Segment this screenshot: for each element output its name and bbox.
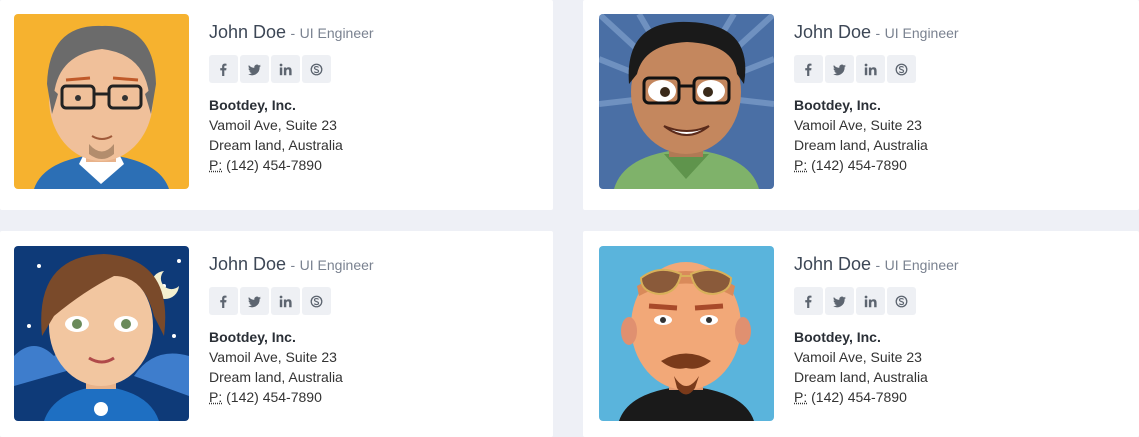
skype-icon[interactable] bbox=[887, 287, 916, 315]
name-line: John Doe - UI Engineer bbox=[794, 20, 959, 46]
contact-role: UI Engineer bbox=[299, 25, 374, 41]
social-links bbox=[209, 287, 374, 315]
skype-icon[interactable] bbox=[887, 55, 916, 83]
twitter-icon[interactable] bbox=[240, 55, 269, 83]
phone-label: P: bbox=[209, 157, 223, 173]
address-line-2: Dream land, Australia bbox=[209, 369, 343, 385]
role-separator: - bbox=[290, 25, 296, 41]
avatar bbox=[14, 246, 189, 421]
role-separator: - bbox=[875, 257, 881, 273]
role-separator: - bbox=[875, 25, 881, 41]
address-line-1: Vamoil Ave, Suite 23 bbox=[794, 349, 922, 365]
name-line: John Doe - UI Engineer bbox=[209, 252, 374, 278]
twitter-icon[interactable] bbox=[825, 55, 854, 83]
address-line-2: Dream land, Australia bbox=[209, 137, 343, 153]
contact-role: UI Engineer bbox=[884, 25, 959, 41]
phone-number: (142) 454-7890 bbox=[811, 389, 907, 405]
linkedin-icon[interactable] bbox=[271, 287, 300, 315]
address-line-1: Vamoil Ave, Suite 23 bbox=[209, 117, 337, 133]
name-line: John Doe - UI Engineer bbox=[794, 252, 959, 278]
contact-name: John Doe bbox=[794, 254, 872, 274]
phone-number: (142) 454-7890 bbox=[811, 157, 907, 173]
company-name: Bootdey, Inc. bbox=[794, 97, 881, 113]
address-line-2: Dream land, Australia bbox=[794, 369, 928, 385]
phone-label: P: bbox=[794, 157, 808, 173]
contact-name: John Doe bbox=[209, 22, 287, 42]
phone-line: P: (142) 454-7890 bbox=[794, 387, 959, 407]
avatar bbox=[599, 246, 774, 421]
contact-role: UI Engineer bbox=[884, 257, 959, 273]
linkedin-icon[interactable] bbox=[271, 55, 300, 83]
linkedin-icon[interactable] bbox=[856, 287, 885, 315]
phone-label: P: bbox=[209, 389, 223, 405]
address-line-2: Dream land, Australia bbox=[794, 137, 928, 153]
phone-line: P: (142) 454-7890 bbox=[209, 155, 374, 175]
avatar bbox=[599, 14, 774, 189]
contact-role: UI Engineer bbox=[299, 257, 374, 273]
contact-card: John Doe - UI Engineer Bootdey, Inc. Vam… bbox=[583, 0, 1139, 210]
phone-line: P: (142) 454-7890 bbox=[794, 155, 959, 175]
social-links bbox=[794, 55, 959, 83]
facebook-icon[interactable] bbox=[794, 287, 823, 315]
contact-name: John Doe bbox=[794, 22, 872, 42]
phone-label: P: bbox=[794, 389, 808, 405]
contact-card: John Doe - UI Engineer Bootdey, Inc. Vam… bbox=[0, 0, 553, 210]
phone-line: P: (142) 454-7890 bbox=[209, 387, 374, 407]
facebook-icon[interactable] bbox=[209, 287, 238, 315]
contact-card: John Doe - UI Engineer Bootdey, Inc. Vam… bbox=[583, 231, 1139, 437]
contact-name: John Doe bbox=[209, 254, 287, 274]
address-line-1: Vamoil Ave, Suite 23 bbox=[794, 117, 922, 133]
skype-icon[interactable] bbox=[302, 287, 331, 315]
facebook-icon[interactable] bbox=[794, 55, 823, 83]
address-line-1: Vamoil Ave, Suite 23 bbox=[209, 349, 337, 365]
phone-number: (142) 454-7890 bbox=[226, 157, 322, 173]
social-links bbox=[209, 55, 374, 83]
facebook-icon[interactable] bbox=[209, 55, 238, 83]
phone-number: (142) 454-7890 bbox=[226, 389, 322, 405]
linkedin-icon[interactable] bbox=[856, 55, 885, 83]
skype-icon[interactable] bbox=[302, 55, 331, 83]
company-name: Bootdey, Inc. bbox=[209, 329, 296, 345]
avatar bbox=[14, 14, 189, 189]
twitter-icon[interactable] bbox=[825, 287, 854, 315]
twitter-icon[interactable] bbox=[240, 287, 269, 315]
name-line: John Doe - UI Engineer bbox=[209, 20, 374, 46]
company-name: Bootdey, Inc. bbox=[794, 329, 881, 345]
role-separator: - bbox=[290, 257, 296, 273]
company-name: Bootdey, Inc. bbox=[209, 97, 296, 113]
contact-card: John Doe - UI Engineer Bootdey, Inc. Vam… bbox=[0, 231, 553, 437]
social-links bbox=[794, 287, 959, 315]
